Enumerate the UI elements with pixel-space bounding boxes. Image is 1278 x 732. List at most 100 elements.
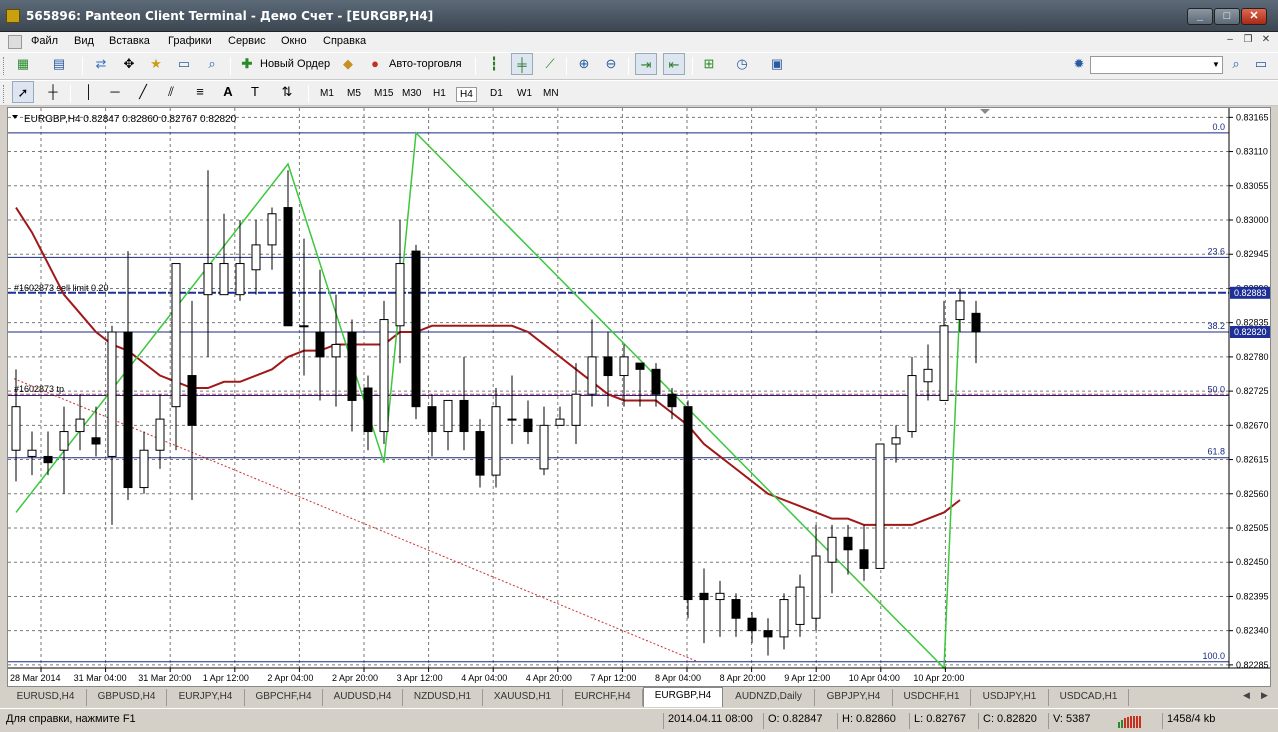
chevron-down-icon[interactable]: ▼ (1210, 57, 1222, 73)
chart-area[interactable]: 0.0 23.6 38.2 50.0 61.8 100.0 #1602873 sell li… (7, 107, 1271, 687)
status-bar: Для справки, нажмите F1 2014.04.11 08:00… (0, 708, 1278, 732)
candle-body (443, 399, 453, 433)
tab-usdchf-h1[interactable]: USDCHF,H1 (893, 689, 971, 706)
mdi-close-icon[interactable]: ✕ (1258, 34, 1274, 48)
periods-icon[interactable]: ◷ (731, 53, 753, 75)
data-window-icon[interactable]: ✥ (118, 53, 140, 75)
vertical-line-icon[interactable]: │ (78, 81, 100, 103)
menu-file[interactable]: Файл (31, 35, 58, 47)
mdi-restore-icon[interactable]: ❐ (1240, 34, 1256, 48)
timeframe-w1[interactable]: W1 (514, 87, 535, 100)
horizontal-line-icon[interactable]: ─ (104, 81, 126, 103)
maximize-button[interactable]: □ (1214, 8, 1240, 25)
tabs-scroll-right-icon[interactable]: ▶ (1261, 690, 1268, 701)
candle-body (571, 393, 581, 426)
auto-trading-button[interactable]: Авто-торговля (389, 58, 462, 70)
search-input[interactable]: ▼ (1090, 56, 1223, 74)
equidistant-channel-icon[interactable]: ⫽ (160, 81, 182, 103)
tab-gbpusd-h4[interactable]: GBPUSD,H4 (87, 689, 167, 706)
y-tick-label: 0.82725 (1236, 386, 1269, 396)
fibo-level-label: 50.0 (1207, 384, 1225, 394)
search-icon[interactable]: ⌕ (1225, 53, 1247, 75)
tabs-scroll-left-icon[interactable]: ◀ (1243, 690, 1250, 701)
toolbar-separator (475, 57, 476, 75)
market-watch-icon[interactable]: ⇄ (90, 53, 112, 75)
menu-insert[interactable]: Вставка (109, 35, 150, 47)
trendline-icon[interactable]: ╱ (132, 81, 154, 103)
strategy-tester-icon[interactable]: ⌕ (201, 53, 223, 75)
metaeditor-icon[interactable]: ◆ (337, 53, 359, 75)
crosshair-icon[interactable]: ┼ (42, 81, 64, 103)
tab-eurchf-h4[interactable]: EURCHF,H4 (563, 689, 643, 706)
bar-chart-icon[interactable]: ┇ (483, 53, 505, 75)
chart-shift-marker-icon[interactable] (980, 109, 990, 114)
mdi-minimize-icon[interactable]: – (1222, 34, 1238, 48)
zoom-in-icon[interactable]: ⊕ (573, 53, 595, 75)
tab-gbpchf-h4[interactable]: GBPCHF,H4 (245, 689, 323, 706)
candle-body (875, 443, 885, 569)
zoom-out-icon[interactable]: ⊖ (600, 53, 622, 75)
toolbar-separator (628, 57, 629, 75)
tab-nzdusd-h1[interactable]: NZDUSD,H1 (403, 689, 483, 706)
candle-body (107, 331, 117, 457)
templates-icon[interactable]: ▣ (766, 53, 788, 75)
tab-usdjpy-h1[interactable]: USDJPY,H1 (971, 689, 1049, 706)
auto-scroll-icon[interactable]: ⇥ (635, 53, 657, 75)
new-chart-icon[interactable]: ▦ (12, 53, 34, 75)
status-traffic: 1458/4 kb (1162, 713, 1272, 729)
timeframe-m30[interactable]: M30 (399, 87, 424, 100)
menu-view[interactable]: Вид (74, 35, 94, 47)
menu-charts[interactable]: Графики (168, 35, 212, 47)
timeframe-m1[interactable]: M1 (317, 87, 337, 100)
new-order-icon[interactable]: ✚ (236, 53, 258, 75)
chart-dropdown-icon[interactable] (12, 115, 18, 119)
title-bar: 565896: Panteon Client Terminal - Демо С… (0, 0, 1278, 32)
candle-body (667, 393, 677, 408)
tab-eurgbp-h4[interactable]: EURGBP,H4 (643, 687, 723, 707)
text-label-icon[interactable]: T (244, 81, 266, 103)
text-icon[interactable]: A (217, 81, 239, 103)
candle-body (267, 213, 277, 246)
tab-eurusd-h4[interactable]: EURUSD,H4 (5, 689, 87, 706)
tab-audnzd-daily[interactable]: AUDNZD,Daily (723, 689, 815, 706)
fibonacci-icon[interactable]: ≡ (189, 81, 211, 103)
minimize-button[interactable]: _ (1187, 8, 1213, 25)
indicators-icon[interactable]: ⊞ (698, 53, 720, 75)
timeframe-mn[interactable]: MN (540, 87, 562, 100)
timeframe-h4[interactable]: H4 (456, 87, 477, 102)
timeframe-m5[interactable]: M5 (344, 87, 364, 100)
auto-trading-icon[interactable]: ● (364, 53, 386, 75)
chart-shift-icon[interactable]: ⇤ (663, 53, 685, 75)
tab-gbpjpy-h4[interactable]: GBPJPY,H4 (815, 689, 893, 706)
chart-canvas[interactable]: 0.023.638.250.061.8100.0#1602873 sell li… (8, 108, 1271, 687)
x-tick-label: 1 Apr 12:00 (203, 673, 249, 683)
navigator-icon[interactable]: ★ (145, 53, 167, 75)
menu-help[interactable]: Справка (323, 35, 366, 47)
candle-body (923, 368, 933, 383)
trend-projection-line (13, 378, 699, 663)
menu-tools[interactable]: Сервис (228, 35, 266, 47)
arrows-icon[interactable]: ⇅ (276, 81, 298, 103)
chat-icon[interactable]: ▭ (1250, 53, 1272, 75)
settings-gear-icon[interactable]: ✹ (1068, 53, 1090, 75)
line-chart-icon[interactable]: ⟋ (539, 53, 561, 75)
tab-xauusd-h1[interactable]: XAUUSD,H1 (483, 689, 563, 706)
timeframe-h1[interactable]: H1 (430, 87, 449, 100)
tab-usdcad-h1[interactable]: USDCAD,H1 (1049, 689, 1129, 706)
timeframe-d1[interactable]: D1 (487, 87, 506, 100)
candle-body (715, 592, 725, 601)
y-tick-label: 0.82945 (1236, 249, 1269, 259)
candle-body (523, 418, 533, 433)
candlestick-chart-icon[interactable]: ╪ (511, 53, 533, 75)
timeframe-m15[interactable]: M15 (371, 87, 396, 100)
menu-window[interactable]: Окно (281, 35, 307, 47)
cursor-icon[interactable]: ➚ (12, 81, 34, 103)
tab-audusd-h4[interactable]: AUDUSD,H4 (323, 689, 403, 706)
new-order-button[interactable]: Новый Ордер (260, 58, 330, 70)
profiles-icon[interactable]: ▤ (48, 53, 70, 75)
tab-eurjpy-h4[interactable]: EURJPY,H4 (167, 689, 245, 706)
menu-bar: Файл Вид Вставка Графики Сервис Окно Спр… (0, 32, 1278, 52)
toolbar-separator (692, 57, 693, 75)
close-button[interactable]: ✕ (1241, 8, 1267, 25)
terminal-icon[interactable]: ▭ (173, 53, 195, 75)
